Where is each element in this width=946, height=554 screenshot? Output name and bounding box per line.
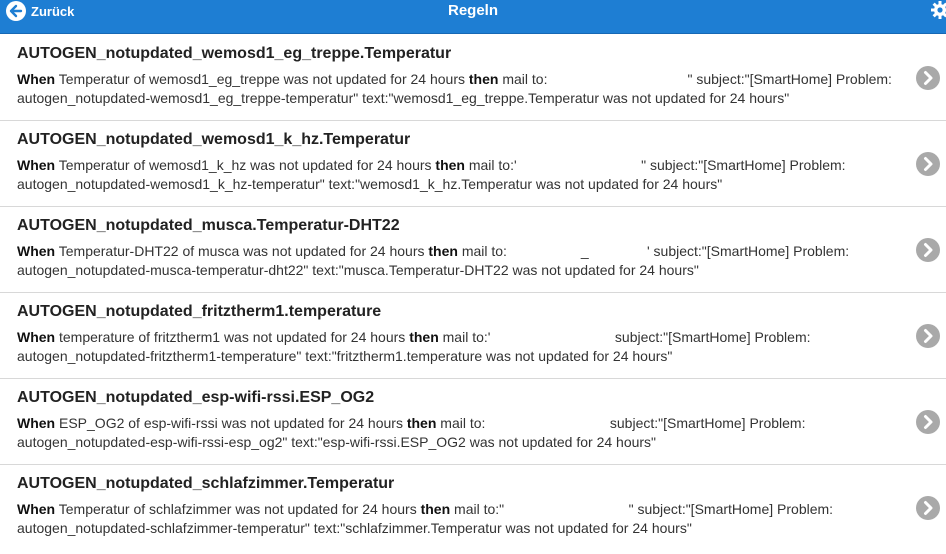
when-keyword: When [17, 243, 56, 259]
when-keyword: When [17, 329, 56, 345]
rule-condition: Temperatur of wemosd1_k_hz was not updat… [55, 157, 436, 173]
chevron-right-icon[interactable] [916, 324, 940, 348]
chevron-right-icon[interactable] [916, 410, 940, 434]
list-item[interactable]: AUTOGEN_notupdated_musca.Temperatur-DHT2… [0, 207, 946, 293]
rule-title: AUTOGEN_notupdated_fritztherm1.temperatu… [17, 303, 382, 320]
page-title: Regeln [447, 2, 498, 19]
chevron-right-icon[interactable] [916, 238, 940, 262]
rule-description: When Temperatur of wemosd1_eg_treppe was… [17, 70, 897, 108]
then-keyword: then [468, 71, 499, 87]
rule-condition: ESP_OG2 of esp-wifi-rssi was not updated… [55, 415, 407, 431]
then-keyword: then [406, 415, 437, 431]
rule-title: AUTOGEN_notupdated_schlafzimmer.Temperat… [17, 475, 395, 492]
gear-icon[interactable] [930, 0, 946, 20]
rule-description: When Temperatur of wemosd1_k_hz was not … [17, 156, 897, 194]
list-item[interactable]: AUTOGEN_notupdated_schlafzimmer.Temperat… [0, 465, 946, 551]
rule-condition: temperature of fritztherm1 was not updat… [55, 329, 410, 345]
rules-list: AUTOGEN_notupdated_wemosd1_eg_treppe.Tem… [0, 35, 946, 551]
then-keyword: then [428, 243, 458, 259]
rule-title: AUTOGEN_notupdated_musca.Temperatur-DHT2… [17, 217, 400, 234]
header-bar: Zurück Regeln [0, 0, 946, 34]
rule-condition: Temperatur of schlafzimmer was not updat… [55, 501, 421, 517]
rule-condition: Temperatur-DHT22 of musca was not update… [55, 243, 429, 259]
then-keyword: then [409, 329, 439, 345]
chevron-right-icon[interactable] [916, 152, 940, 176]
chevron-right-icon[interactable] [916, 66, 940, 90]
list-item[interactable]: AUTOGEN_notupdated_fritztherm1.temperatu… [0, 293, 946, 379]
rule-description: When ESP_OG2 of esp-wifi-rssi was not up… [17, 414, 897, 452]
rule-condition: Temperatur of wemosd1_eg_treppe was not … [55, 71, 469, 87]
rule-title: AUTOGEN_notupdated_wemosd1_eg_treppe.Tem… [17, 45, 452, 62]
when-keyword: When [17, 501, 56, 517]
list-item[interactable]: AUTOGEN_notupdated_esp-wifi-rssi.ESP_OG2… [0, 379, 946, 465]
rule-title: AUTOGEN_notupdated_wemosd1_k_hz.Temperat… [17, 131, 411, 148]
rule-description: When Temperatur-DHT22 of musca was not u… [17, 242, 897, 280]
when-keyword: When [17, 157, 56, 173]
rule-title: AUTOGEN_notupdated_esp-wifi-rssi.ESP_OG2 [17, 389, 375, 406]
when-keyword: When [17, 415, 56, 431]
rule-description: When Temperatur of schlafzimmer was not … [17, 500, 897, 538]
then-keyword: then [420, 501, 451, 517]
rule-description: When temperature of fritztherm1 was not … [17, 328, 897, 366]
list-item[interactable]: AUTOGEN_notupdated_wemosd1_k_hz.Temperat… [0, 121, 946, 207]
then-keyword: then [435, 157, 465, 173]
when-keyword: When [17, 71, 56, 87]
chevron-right-icon[interactable] [916, 496, 940, 520]
list-item[interactable]: AUTOGEN_notupdated_wemosd1_eg_treppe.Tem… [0, 35, 946, 121]
